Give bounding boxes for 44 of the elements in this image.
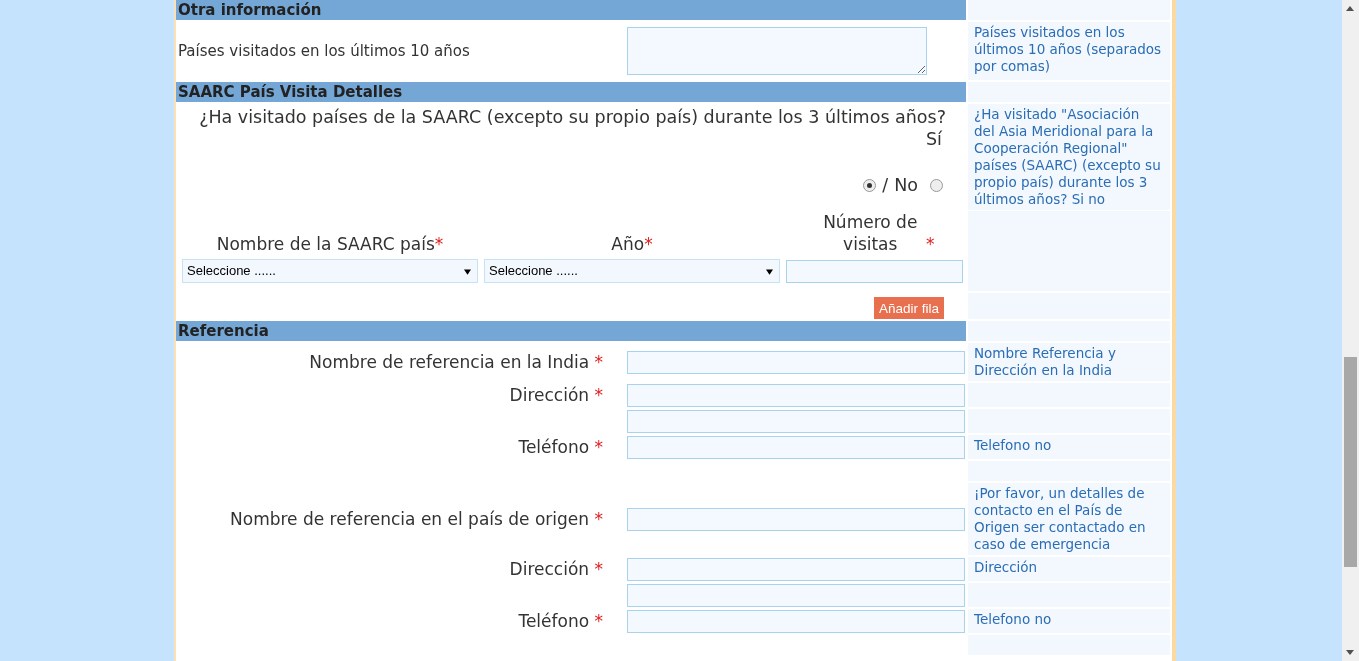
- input-field[interactable]: [627, 383, 965, 407]
- field-label: Nombre de referencia en la India *: [309, 352, 603, 372]
- help-cell: Nombre Referencia y Dirección en la India: [968, 343, 1170, 381]
- caret-icon: [464, 269, 471, 275]
- field-label: Teléfono *: [518, 437, 603, 457]
- select-field[interactable]: Seleccione ......: [182, 259, 478, 283]
- column-header: Número de visitas *: [822, 211, 935, 255]
- help-cell: ¿Ha visitado "Asociación del Asia Meridional para la Cooperación Regional" países (SAARC) (excepto su propio país) durante los 3 últimos años? Si no: [968, 104, 1170, 210]
- help-cell: ¡Por favor, un detalles de contacto en el País de Origen ser contactado en caso de emergencia: [968, 483, 1170, 555]
- help-cell: Dirección: [968, 557, 1170, 581]
- help-cell: Telefono no: [968, 435, 1170, 459]
- option-label: No: [894, 175, 918, 195]
- field-label: Países visitados en los últimos 10 años: [177, 42, 471, 60]
- column-header: Año*: [611, 233, 653, 255]
- help-cell: Países visitados en los últimos 10 años (separados por comas): [968, 22, 1170, 80]
- question-text: ¿Ha visitado países de la SAARC (excepto su propio país) durante los 3 últimos años?: [198, 106, 947, 128]
- option-label: Sí: [926, 129, 942, 149]
- input-field[interactable]: [786, 260, 963, 283]
- radio-button[interactable]: [863, 178, 877, 192]
- scrollbar-thumb[interactable]: [1344, 357, 1357, 567]
- separator-text: /: [882, 175, 889, 195]
- radio-button[interactable]: [930, 178, 943, 192]
- text-area[interactable]: [627, 27, 927, 75]
- section-header: Referencia: [176, 321, 966, 341]
- scrollbar[interactable]: [1342, 0, 1359, 661]
- column-header: Nombre de la SAARC país*: [216, 233, 444, 255]
- input-field[interactable]: [627, 435, 965, 459]
- scroll-up-icon[interactable]: [1346, 6, 1354, 11]
- input-field[interactable]: [627, 507, 965, 531]
- input-field[interactable]: [627, 409, 965, 433]
- section-header: Otra información: [176, 0, 966, 20]
- help-cell: Telefono no: [968, 609, 1170, 633]
- select-field[interactable]: Seleccione ......: [484, 259, 780, 283]
- field-label: Dirección *: [509, 385, 603, 405]
- input-field[interactable]: [627, 609, 965, 633]
- field-label: Teléfono *: [518, 611, 603, 631]
- input-field[interactable]: [627, 350, 965, 374]
- scroll-down-icon[interactable]: [1346, 650, 1354, 655]
- input-field[interactable]: [627, 583, 965, 607]
- section-header: SAARC País Visita Detalles: [176, 82, 966, 102]
- field-label: Nombre de referencia en el país de origen *: [230, 509, 603, 529]
- field-label: Dirección *: [509, 559, 603, 579]
- input-field[interactable]: [627, 557, 965, 581]
- caret-icon: [766, 269, 773, 275]
